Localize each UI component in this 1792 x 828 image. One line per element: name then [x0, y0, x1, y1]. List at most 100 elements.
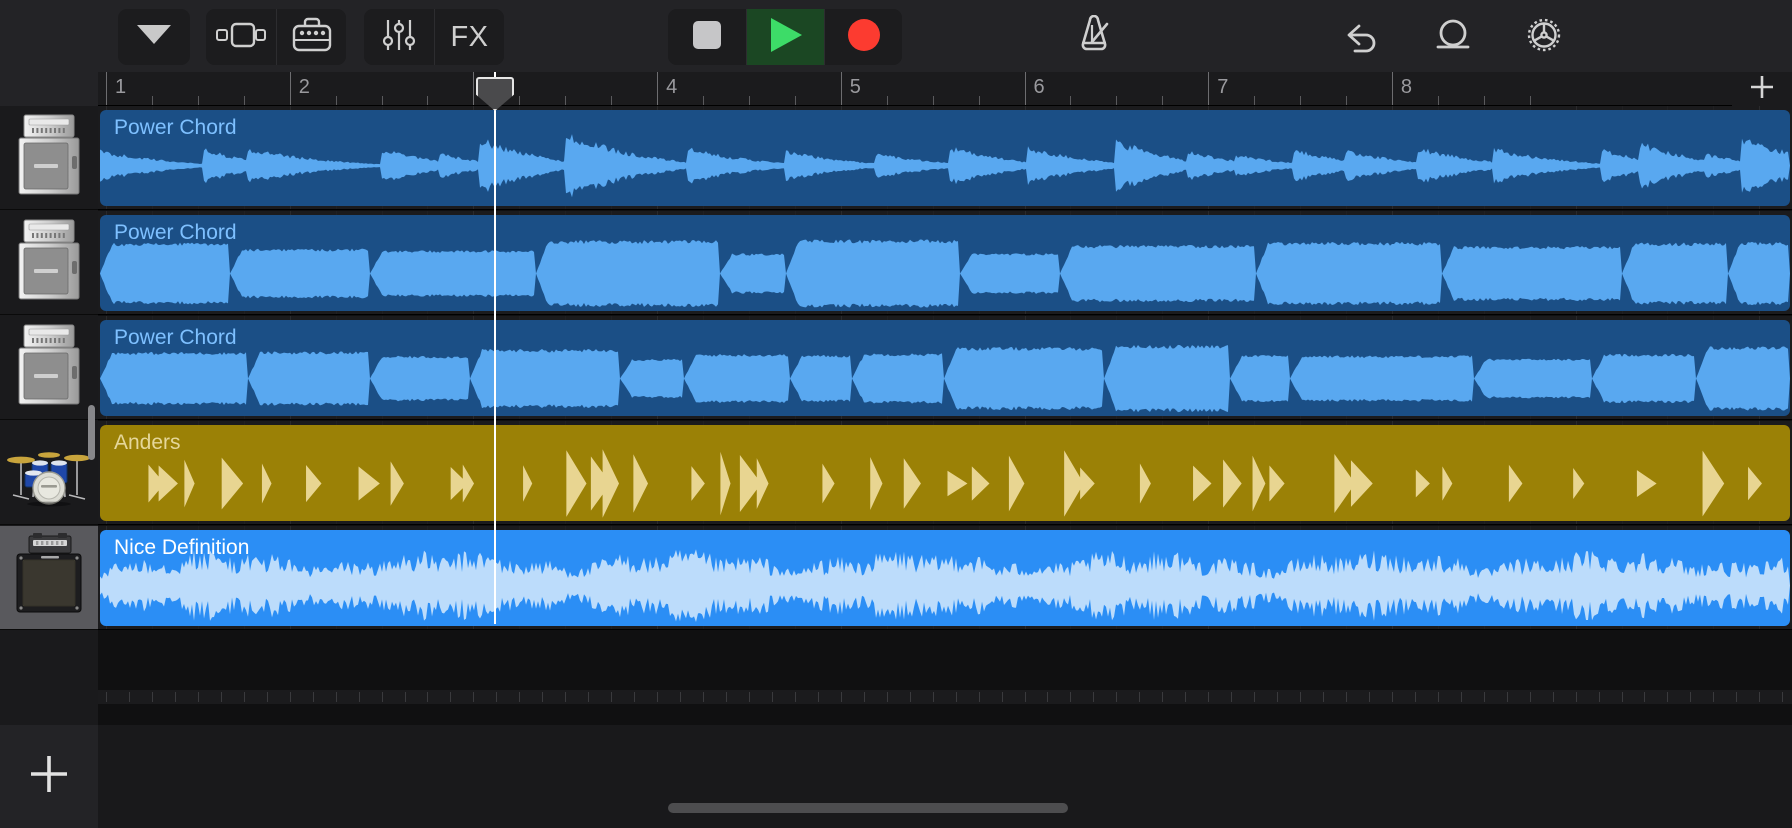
beat-tick [932, 96, 934, 105]
bass-amp-cabinet-icon [11, 532, 87, 623]
beat-tick [1254, 692, 1256, 702]
view-button-group [206, 9, 346, 65]
plus-icon [1749, 74, 1775, 105]
bar-tick [473, 72, 475, 105]
beat-tick [266, 692, 268, 702]
beat-tick [1736, 692, 1738, 702]
beat-tick [817, 692, 819, 702]
track-area: Power Chord Power Chord Power Chord Anders N… [0, 106, 1792, 725]
beat-tick [978, 96, 980, 105]
bar-tick [1208, 72, 1210, 105]
audio-region[interactable]: Nice Definition [100, 530, 1790, 626]
settings-button[interactable] [1513, 9, 1575, 65]
beat-tick [1254, 96, 1256, 105]
track-headers [0, 106, 98, 725]
timeline-ruler[interactable]: 12345678 [98, 72, 1792, 106]
track-header[interactable] [0, 316, 98, 420]
beat-tick [1047, 692, 1049, 702]
beat-tick [312, 692, 314, 702]
browser-button[interactable] [118, 9, 190, 65]
beat-tick [1529, 692, 1531, 702]
play-button[interactable] [746, 9, 824, 65]
beat-tick [220, 692, 222, 702]
audio-region[interactable]: Power Chord [100, 320, 1790, 416]
stop-icon [692, 20, 722, 55]
beat-tick [1506, 692, 1508, 702]
horizontal-scrollbar[interactable] [668, 803, 1068, 813]
track-lane[interactable]: Power Chord [98, 316, 1792, 420]
track-header[interactable] [0, 211, 98, 315]
beat-tick [565, 692, 567, 702]
track-lane[interactable]: Nice Definition [98, 526, 1792, 630]
beat-tick [863, 692, 865, 702]
beat-tick [1644, 692, 1646, 702]
beat-tick [1345, 692, 1347, 702]
beat-tick [1437, 692, 1439, 702]
audio-region[interactable]: Power Chord [100, 215, 1790, 311]
track-lane[interactable]: Power Chord [98, 211, 1792, 315]
beat-tick [1483, 692, 1485, 702]
track-lane[interactable]: Power Chord [98, 106, 1792, 210]
beat-tick [404, 692, 406, 702]
bar-tick [289, 72, 291, 105]
beat-tick [1277, 692, 1279, 702]
beat-tick [496, 692, 498, 702]
audio-region[interactable]: Anders [100, 425, 1790, 521]
beat-tick [1323, 692, 1324, 702]
fx-button[interactable]: FX [434, 9, 504, 65]
undo-button[interactable] [1330, 9, 1392, 65]
playhead[interactable] [476, 72, 514, 624]
beat-tick [1437, 96, 1439, 105]
bottom-tick-strip [98, 690, 1792, 704]
instrument-button[interactable] [276, 9, 346, 65]
beat-tick [611, 692, 613, 702]
vertical-scrollbar[interactable] [88, 405, 95, 460]
add-section-button[interactable] [1732, 72, 1792, 106]
gear-icon [1521, 12, 1567, 63]
stop-button[interactable] [668, 9, 746, 65]
beat-tick [289, 692, 291, 702]
track-lane[interactable]: Anders [98, 421, 1792, 525]
beat-tick [381, 96, 383, 105]
chevron-down-icon [137, 24, 171, 50]
track-header[interactable] [0, 106, 98, 210]
bar-tick [840, 72, 842, 105]
beat-tick [840, 692, 842, 702]
beat-tick [1414, 692, 1416, 702]
bar-tick [1024, 72, 1026, 105]
track-lanes: Power Chord Power Chord Power Chord Anders N… [98, 106, 1792, 725]
beat-tick [955, 692, 957, 702]
mixer-button[interactable] [364, 9, 434, 65]
add-track-button[interactable] [0, 725, 98, 828]
faders-icon [381, 17, 417, 58]
audio-region[interactable]: Power Chord [100, 110, 1790, 206]
beat-tick [1690, 692, 1692, 702]
loop-button[interactable] [1422, 9, 1484, 65]
beat-tick [1782, 692, 1784, 702]
bar-number: 5 [849, 76, 861, 98]
track-header[interactable] [0, 526, 98, 630]
beat-tick [174, 692, 176, 702]
beat-tick [1070, 692, 1072, 702]
record-button[interactable] [824, 9, 902, 65]
toolbar: FX [0, 0, 1792, 72]
beat-tick [106, 692, 107, 702]
beat-tick [542, 692, 544, 702]
metronome-button[interactable] [1064, 9, 1126, 65]
waveform [100, 239, 1790, 308]
beat-tick [151, 692, 153, 702]
beat-tick [335, 692, 337, 702]
beat-tick [1208, 692, 1210, 702]
beat-tick [634, 692, 636, 702]
horizontal-scrollbar-track [98, 725, 1792, 828]
tracks-view-button[interactable] [206, 9, 276, 65]
track-header[interactable] [0, 421, 98, 525]
beat-tick [1759, 692, 1761, 702]
beat-tick [1162, 692, 1164, 702]
beat-tick [1185, 692, 1187, 702]
beat-tick [1024, 692, 1026, 702]
ruler-corner [0, 72, 98, 106]
beat-tick [1300, 692, 1302, 702]
guitar-amp-stack-icon [12, 217, 86, 308]
beat-tick [978, 692, 980, 702]
